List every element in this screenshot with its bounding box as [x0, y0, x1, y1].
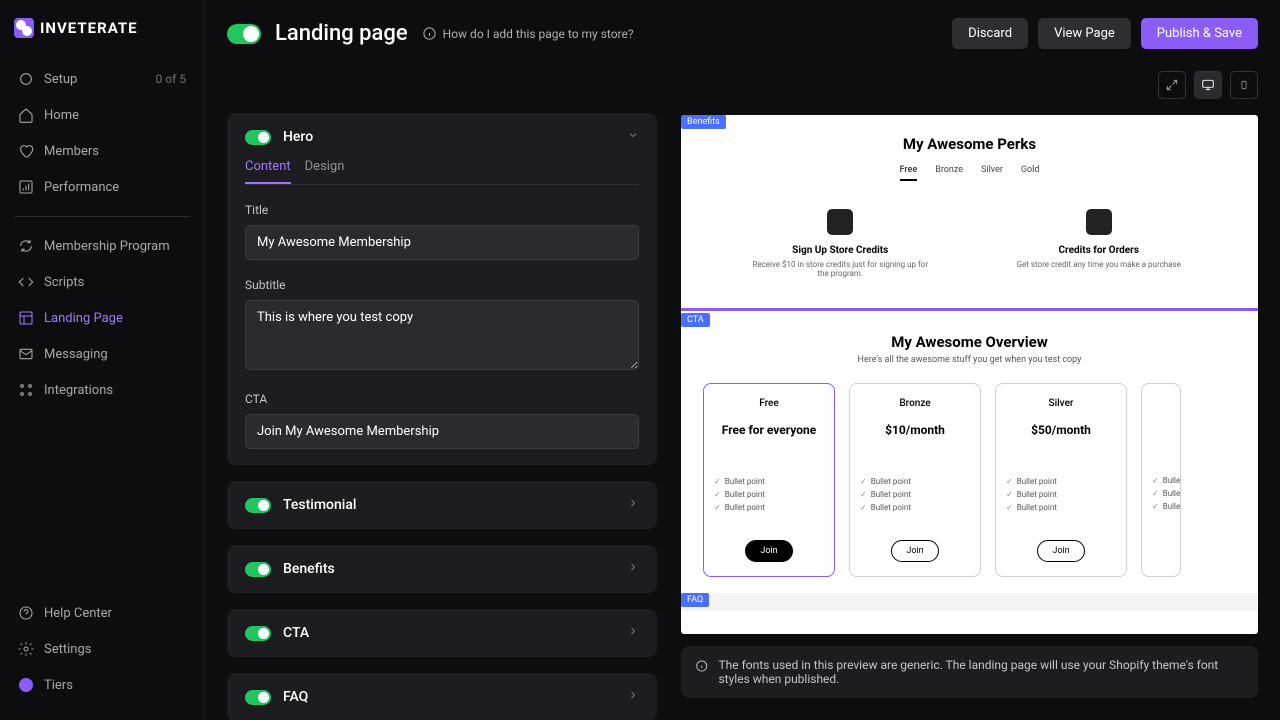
sidebar-item-help[interactable]: Help Center [14, 596, 190, 630]
home-icon [18, 107, 34, 123]
sidebar-item-landing[interactable]: Landing Page [14, 301, 190, 335]
help-link[interactable]: How do I add this page to my store? [422, 26, 634, 41]
discard-button[interactable]: Discard [952, 18, 1028, 49]
setup-count: 0 of 5 [156, 72, 186, 86]
section-testimonial[interactable]: Testimonial [227, 481, 657, 529]
section-benefits[interactable]: Benefits [227, 545, 657, 593]
refresh-icon [18, 238, 34, 254]
chevron-right-icon [627, 497, 639, 513]
font-notice: The fonts used in this preview are gener… [681, 646, 1258, 698]
sidebar-item-settings[interactable]: Settings [14, 632, 190, 666]
tier-card-free[interactable]: Free Free for everyone Bullet point Bull… [703, 383, 835, 577]
tier-card-silver[interactable]: Silver $50/month Bullet point Bullet poi… [995, 383, 1127, 577]
cta-toggle[interactable] [245, 626, 271, 641]
expand-icon[interactable] [1158, 71, 1186, 99]
chart-icon [18, 179, 34, 195]
join-button[interactable]: Join [745, 540, 792, 562]
desktop-icon[interactable] [1194, 71, 1222, 99]
chevron-right-icon [627, 625, 639, 641]
tab-content[interactable]: Content [245, 159, 291, 184]
join-button[interactable]: Join [891, 540, 938, 562]
tier-card-partial[interactable]: Bullet Bullet Bullet [1141, 383, 1181, 577]
mobile-icon[interactable] [1230, 71, 1258, 99]
logo-text: INVETERATE [40, 19, 138, 37]
grid-icon [18, 382, 34, 398]
page-title: Landing page [275, 21, 408, 46]
sidebar: INVETERATE Setup 0 of 5 Home Members Per… [0, 0, 205, 720]
chevron-right-icon [627, 561, 639, 577]
preview-tag-faq: FAQ [681, 593, 709, 607]
cta-input[interactable] [245, 414, 639, 449]
publish-button[interactable]: Publish & Save [1141, 18, 1258, 49]
benefits-toggle[interactable] [245, 562, 271, 577]
sidebar-item-home[interactable]: Home [14, 98, 190, 132]
sidebar-item-setup[interactable]: Setup 0 of 5 [14, 62, 190, 96]
perk-tab-free[interactable]: Free [900, 165, 918, 181]
tier-card-bronze[interactable]: Bronze $10/month Bullet point Bullet poi… [849, 383, 981, 577]
perk-tab-silver[interactable]: Silver [981, 165, 1003, 181]
title-input[interactable] [245, 225, 639, 260]
logo[interactable]: INVETERATE [14, 18, 190, 38]
avatar [18, 677, 34, 693]
view-page-button[interactable]: View Page [1038, 18, 1131, 49]
sidebar-item-scripts[interactable]: Scripts [14, 265, 190, 299]
subtitle-input[interactable] [245, 300, 639, 370]
layout-icon [18, 310, 34, 326]
circle-icon [18, 71, 34, 87]
credit-icon [1086, 209, 1112, 235]
sidebar-item-messaging[interactable]: Messaging [14, 337, 190, 371]
perk-card: Credits for Orders Get store credit any … [1009, 209, 1189, 278]
perk-card: Sign Up Store Credits Receive $10 in sto… [750, 209, 930, 278]
info-icon [422, 26, 437, 41]
sidebar-item-tiers[interactable]: Tiers [14, 668, 190, 702]
money-icon [827, 209, 853, 235]
page-toggle[interactable] [227, 24, 261, 44]
preview-frame: Benefits My Awesome Perks Free Bronze Si… [681, 115, 1258, 634]
chevron-right-icon [627, 689, 639, 705]
preview-tag-cta: CTA [681, 313, 710, 327]
testimonial-toggle[interactable] [245, 498, 271, 513]
topbar: Landing page How do I add this page to m… [205, 0, 1280, 67]
sidebar-item-program[interactable]: Membership Program [14, 229, 190, 263]
sidebar-item-members[interactable]: Members [14, 134, 190, 168]
perk-tab-gold[interactable]: Gold [1021, 165, 1040, 181]
mail-icon [18, 346, 34, 362]
section-faq[interactable]: FAQ [227, 673, 657, 720]
hero-toggle[interactable] [245, 130, 271, 145]
tab-design[interactable]: Design [305, 159, 345, 184]
gear-icon [18, 641, 34, 657]
sidebar-item-integrations[interactable]: Integrations [14, 373, 190, 407]
help-icon [18, 605, 34, 621]
perk-tab-bronze[interactable]: Bronze [935, 165, 963, 181]
section-hero: Hero Content Design Title Subtitle [227, 113, 657, 465]
join-button[interactable]: Join [1037, 540, 1084, 562]
preview-column: Benefits My Awesome Perks Free Bronze Si… [681, 67, 1258, 698]
logo-icon [14, 18, 34, 38]
section-cta[interactable]: CTA [227, 609, 657, 657]
chevron-down-icon[interactable] [627, 129, 639, 145]
editor-column: Hero Content Design Title Subtitle [227, 67, 657, 698]
preview-tag-benefits: Benefits [681, 115, 726, 129]
heart-icon [18, 143, 34, 159]
faq-toggle[interactable] [245, 690, 271, 705]
code-icon [18, 274, 34, 290]
info-icon [695, 658, 708, 674]
sidebar-item-performance[interactable]: Performance [14, 170, 190, 204]
